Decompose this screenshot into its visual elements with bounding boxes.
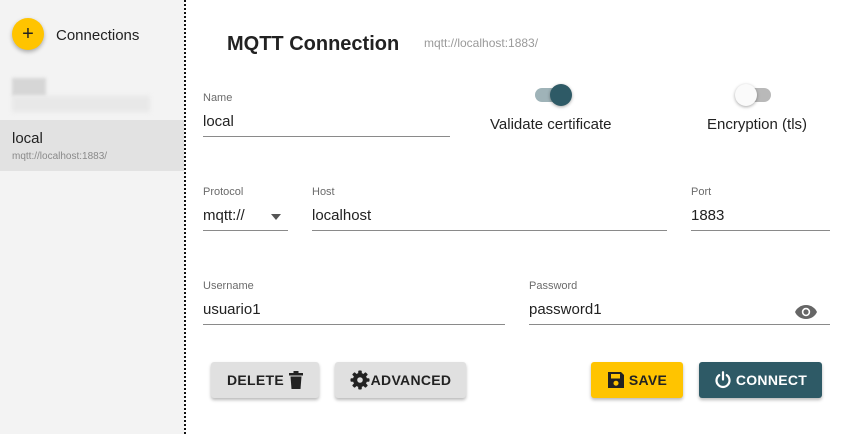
sidebar-title: Connections (56, 27, 140, 44)
delete-button[interactable]: DELETE (211, 362, 319, 398)
eye-icon[interactable] (794, 304, 818, 320)
advanced-button[interactable]: ADVANCED (335, 362, 466, 398)
username-field[interactable]: Username usuario1 (203, 280, 505, 326)
protocol-label: Protocol (203, 186, 244, 198)
validate-certificate-toggle[interactable] (535, 83, 573, 107)
advanced-button-label: ADVANCED (370, 372, 452, 388)
plus-icon: + (22, 23, 34, 45)
connect-button-label: CONNECT (735, 372, 808, 388)
validate-certificate-label: Validate certificate (490, 116, 612, 133)
power-icon (715, 371, 731, 389)
port-field[interactable]: Port 1883 (691, 186, 830, 232)
floppy-disk-icon (607, 372, 624, 388)
dropdown-arrow-icon (271, 214, 281, 220)
trash-icon (289, 371, 304, 389)
password-input[interactable]: password1 (529, 301, 602, 318)
add-connection-button[interactable]: + (12, 18, 44, 50)
password-field[interactable]: Password password1 (529, 280, 830, 326)
connection-item-local[interactable]: local mqtt://localhost:1883/ (0, 120, 184, 171)
name-field[interactable]: Name local (203, 92, 450, 138)
page-title: MQTT Connection (227, 33, 400, 55)
host-input[interactable]: localhost (312, 207, 371, 224)
sidebar-divider (184, 0, 186, 434)
username-label: Username (203, 280, 254, 292)
password-label: Password (529, 280, 578, 292)
save-button[interactable]: SAVE (591, 362, 683, 398)
protocol-value: mqtt:// (203, 207, 245, 224)
save-button-label: SAVE (628, 372, 668, 388)
name-input[interactable]: local (203, 113, 234, 130)
blurred-connection-item[interactable] (12, 78, 150, 112)
delete-button-label: DELETE (226, 372, 285, 388)
sidebar: + Connections local mqtt://localhost:188… (0, 0, 184, 434)
encryption-label: Encryption (tls) (707, 116, 808, 133)
encryption-toggle[interactable] (735, 83, 775, 107)
page-url: mqtt://localhost:1883/ (424, 36, 539, 50)
connect-button[interactable]: CONNECT (699, 362, 822, 398)
protocol-select[interactable]: Protocol mqtt:// (203, 186, 288, 232)
connection-name: local (12, 130, 43, 147)
connection-url: mqtt://localhost:1883/ (12, 151, 108, 162)
host-field[interactable]: Host localhost (312, 186, 667, 232)
gear-icon (350, 370, 370, 390)
host-label: Host (312, 186, 335, 198)
port-label: Port (691, 186, 712, 198)
name-label: Name (203, 92, 233, 104)
port-input[interactable]: 1883 (691, 207, 724, 224)
username-input[interactable]: usuario1 (203, 301, 261, 318)
